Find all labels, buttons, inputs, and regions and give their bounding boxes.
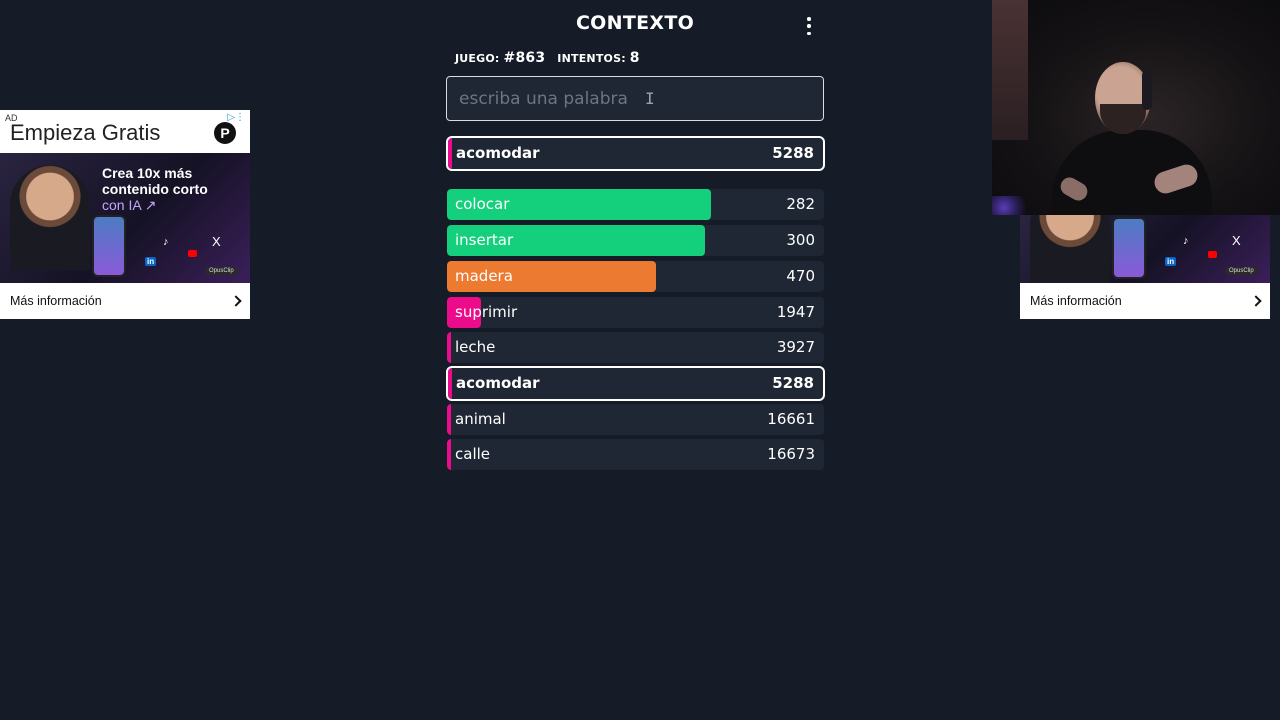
- contexto-game-page: CONTEXTO JUEGO: #863 INTENTOS: 8 I acomo…: [0, 0, 1280, 720]
- page-title: CONTEXTO: [575, 12, 695, 34]
- promo-line-2: contenido corto: [102, 181, 208, 197]
- guess-row: leche 3927: [447, 332, 824, 363]
- ad-headline[interactable]: Empieza Gratis: [10, 120, 160, 146]
- guess-row: acomodar 5288: [446, 366, 825, 401]
- game-meta: JUEGO: #863 INTENTOS: 8: [455, 50, 648, 66]
- opusclip-logo-icon: P: [214, 122, 236, 144]
- linkedin-icon: in: [1165, 257, 1177, 266]
- current-guess-word: acomodar: [456, 144, 540, 162]
- guess-rank: 5288: [772, 374, 814, 392]
- more-info-button[interactable]: Más información: [1020, 283, 1270, 319]
- guess-word: insertar: [455, 231, 514, 249]
- guess-row: colocar 282: [447, 189, 824, 220]
- guess-row: suprimir 1947: [447, 297, 824, 328]
- tiktok-icon: ♪: [1183, 235, 1189, 247]
- guess-word: colocar: [455, 195, 510, 213]
- opusclip-badge: OpusClip: [1225, 267, 1258, 275]
- word-input[interactable]: [446, 76, 824, 121]
- phone-image: [1112, 217, 1146, 279]
- webcam-background: [992, 0, 1028, 140]
- kebab-menu-icon[interactable]: [801, 17, 817, 35]
- presenter-image: [10, 165, 90, 270]
- presenter-image: [1030, 215, 1110, 283]
- guess-rank: 16661: [767, 410, 815, 428]
- chevron-right-icon: [1250, 295, 1262, 307]
- closeness-bar: [447, 439, 451, 470]
- tiktok-icon: ♪: [163, 236, 169, 248]
- game-number: #863: [503, 50, 546, 66]
- x-icon: X: [212, 234, 221, 249]
- guess-word: acomodar: [456, 374, 540, 392]
- guess-row: madera 470: [447, 261, 824, 292]
- phone-image: [92, 215, 126, 277]
- guess-rank: 1947: [776, 303, 815, 321]
- closeness-bar: [448, 368, 452, 399]
- opusclip-badge: OpusClip: [205, 267, 238, 275]
- more-info-label: Más información: [1030, 294, 1122, 308]
- guess-word: calle: [455, 445, 491, 463]
- guess-row: insertar 300: [447, 225, 824, 256]
- attempts-label: INTENTOS:: [557, 52, 626, 65]
- x-icon: X: [1232, 233, 1241, 248]
- closeness-bar: [447, 332, 451, 363]
- current-guess-row: acomodar 5288: [446, 136, 825, 171]
- ad-image[interactable]: ♪ X in OpusClip: [1020, 215, 1270, 283]
- guess-word: suprimir: [455, 303, 518, 321]
- ad-promo-text: Crea 10x más contenido corto con IA ↗: [102, 165, 208, 213]
- ad-image[interactable]: Crea 10x más contenido corto con IA ↗ ♪ …: [0, 153, 250, 283]
- chevron-right-icon: [230, 295, 242, 307]
- youtube-icon: [188, 250, 197, 257]
- closeness-bar: [447, 404, 451, 435]
- promo-line-1: Crea 10x más: [102, 165, 193, 181]
- more-info-label: Más información: [10, 294, 102, 308]
- promo-line-3: con IA ↗: [102, 197, 157, 213]
- webcam-overlay: [992, 0, 1280, 215]
- youtube-icon: [1208, 251, 1217, 258]
- linkedin-icon: in: [145, 257, 157, 266]
- game-label: JUEGO:: [455, 52, 500, 65]
- guess-row: animal 16661: [447, 404, 824, 435]
- guess-rank: 300: [786, 231, 815, 249]
- advertisement-right[interactable]: ♪ X in OpusClip Más información: [1020, 215, 1270, 319]
- rgb-light: [992, 196, 1032, 215]
- guess-row: calle 16673: [447, 439, 824, 470]
- guess-rank: 16673: [767, 445, 815, 463]
- guess-rank: 3927: [776, 338, 815, 356]
- guess-word: animal: [455, 410, 506, 428]
- current-guess-rank: 5288: [772, 144, 814, 162]
- ad-choices-icon[interactable]: ▷⋮: [227, 112, 245, 123]
- closeness-bar: [448, 138, 452, 169]
- guess-rank: 470: [786, 267, 815, 285]
- guess-word: madera: [455, 267, 513, 285]
- more-info-button[interactable]: Más información: [0, 283, 250, 319]
- guess-rank: 282: [786, 195, 815, 213]
- advertisement-left[interactable]: AD ▷⋮ Empieza Gratis P Crea 10x más cont…: [0, 110, 250, 319]
- text-cursor-icon: I: [645, 89, 655, 108]
- guess-word: leche: [455, 338, 496, 356]
- attempts-count: 8: [629, 50, 640, 66]
- headset-icon: [1142, 70, 1152, 110]
